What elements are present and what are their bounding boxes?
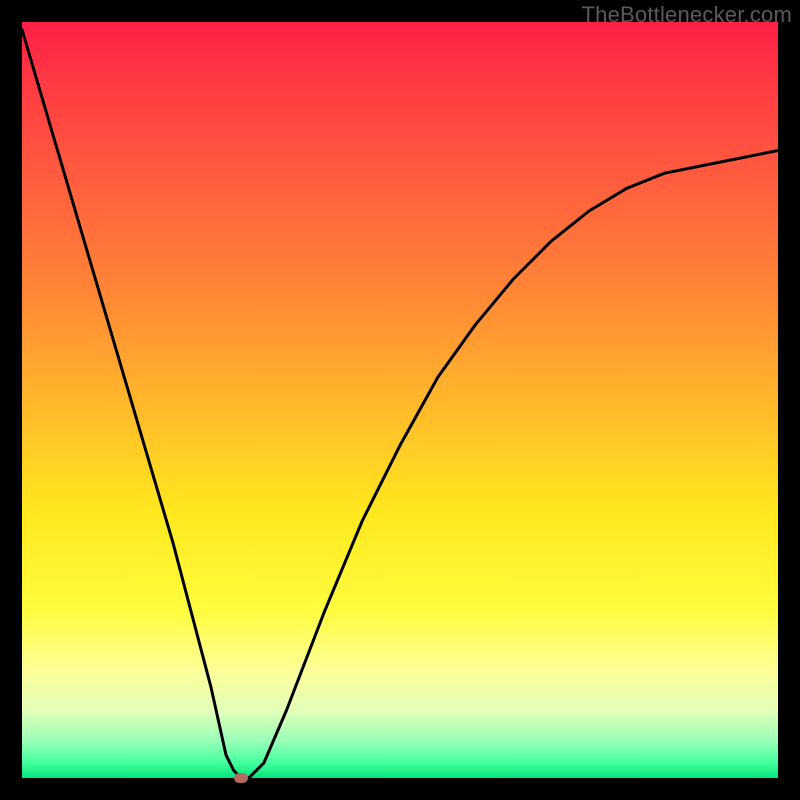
bottleneck-marker bbox=[234, 773, 248, 783]
chart-background-gradient bbox=[22, 22, 778, 778]
chart-plot-area bbox=[22, 22, 778, 778]
